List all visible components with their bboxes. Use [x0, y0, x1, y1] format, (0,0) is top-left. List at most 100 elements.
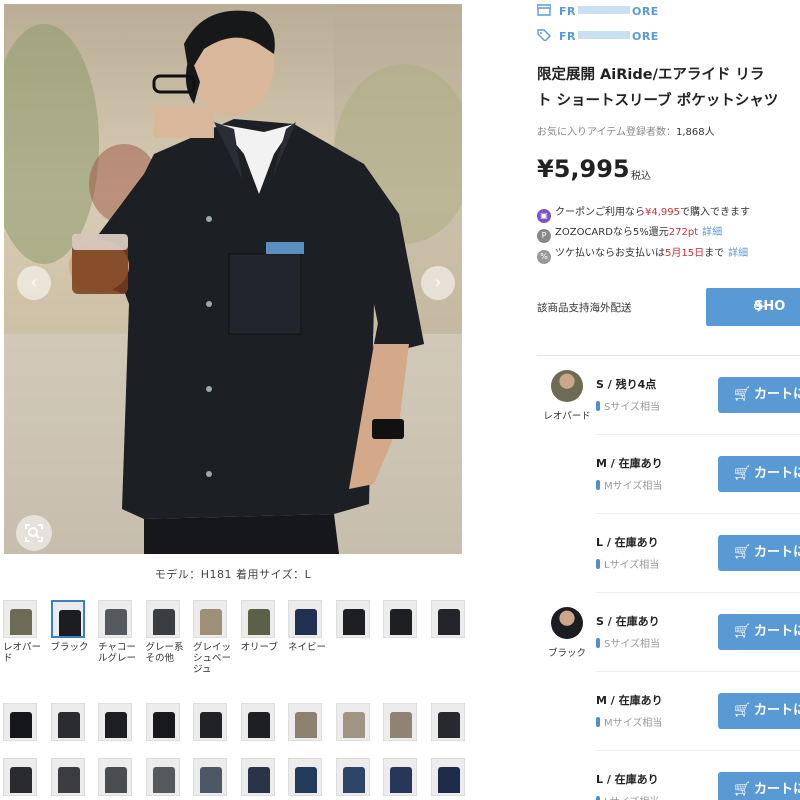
thumbnail-image[interactable]	[383, 758, 417, 796]
thumbnail-image[interactable]	[383, 600, 417, 638]
divider	[537, 355, 800, 356]
add-to-cart-button[interactable]: 🛒 カートに	[718, 456, 800, 492]
color-thumbnail[interactable]	[335, 600, 376, 638]
thumbnail-image[interactable]	[335, 600, 370, 638]
thumbnail-shirt	[57, 767, 80, 793]
previous-image-button[interactable]: ‹	[17, 266, 51, 300]
color-thumbnail[interactable]	[383, 600, 423, 638]
favorites-number: 1,868人	[676, 127, 715, 138]
person-icon	[596, 559, 600, 569]
add-to-cart-button[interactable]: 🛒 カートに	[718, 377, 800, 413]
detail-thumbnail[interactable]	[430, 703, 471, 741]
detail-thumbnail[interactable]	[240, 758, 281, 796]
thumbnail-image[interactable]	[430, 703, 465, 741]
detail-thumbnail[interactable]	[3, 758, 43, 796]
thumbnail-image[interactable]	[145, 600, 180, 638]
promo-detail-link[interactable]: 詳細	[728, 248, 748, 259]
thumbnail-image[interactable]	[98, 703, 132, 741]
color-thumbnail[interactable]: レオパード	[3, 600, 43, 664]
person-icon	[596, 401, 600, 411]
detail-thumbnail[interactable]	[50, 758, 91, 796]
thumbnail-image[interactable]	[335, 703, 370, 741]
thumbnail-image[interactable]	[240, 600, 275, 638]
color-thumbnail[interactable]: グレイッシュベージュ	[193, 600, 233, 675]
overseas-shipping-button[interactable]: ✈ SHO	[706, 288, 800, 326]
promo-highlight: 5月15日	[665, 248, 705, 259]
thumbnail-color-label: ネイビー	[288, 642, 327, 653]
color-thumbnail[interactable]: チャコールグレー	[98, 600, 138, 664]
thumbnail-image[interactable]	[3, 758, 37, 796]
promo-text-suffix: で購入できます	[680, 207, 750, 218]
thumbnail-image[interactable]	[240, 703, 275, 741]
detail-thumbnail[interactable]	[145, 758, 186, 796]
color-thumbnail[interactable]: オリーブ	[240, 600, 281, 653]
detail-thumbnail[interactable]	[335, 703, 376, 741]
add-to-cart-button[interactable]: 🛒 カートに	[718, 614, 800, 650]
detail-thumbnail[interactable]	[3, 703, 43, 741]
store-name-prefix: FR	[559, 30, 576, 43]
thumbnail-image[interactable]	[50, 703, 85, 741]
thumbnail-image[interactable]	[288, 600, 322, 638]
color-thumbnail[interactable]: グレー系その他	[145, 600, 186, 664]
detail-thumbnail[interactable]	[50, 703, 91, 741]
add-to-cart-button[interactable]: 🛒 カートに	[718, 535, 800, 571]
thumbnail-image[interactable]	[240, 758, 275, 796]
promo-line: % ツケ払いならお支払いは5月15日まで 詳細	[537, 244, 748, 264]
color-thumbnail[interactable]: ブラック	[50, 600, 91, 653]
detail-thumbnail[interactable]	[383, 758, 423, 796]
thumbnail-image[interactable]	[50, 600, 85, 638]
detail-thumbnail[interactable]	[430, 758, 471, 796]
thumbnail-image[interactable]	[3, 600, 37, 638]
add-to-cart-button[interactable]: 🛒 カートに	[718, 772, 800, 800]
detail-thumbnail[interactable]	[240, 703, 281, 741]
color-variant-name: ブラック	[547, 648, 586, 659]
detail-thumbnail[interactable]	[98, 703, 138, 741]
thumbnail-shirt	[437, 767, 460, 793]
product-title-line2: ト ショートスリーブ ポケットシャツ	[537, 93, 779, 109]
promo-detail-link[interactable]: 詳細	[702, 227, 722, 238]
thumbnail-image[interactable]	[430, 600, 465, 638]
thumbnail-image[interactable]	[288, 703, 322, 741]
thumbnail-shirt	[105, 712, 127, 738]
thumbnail-image[interactable]	[383, 703, 417, 741]
detail-thumbnail[interactable]	[383, 703, 423, 741]
promo-text: ZOZOCARDなら5%還元	[555, 227, 669, 238]
add-to-cart-button[interactable]: 🛒 カートに	[718, 693, 800, 729]
thumbnail-image[interactable]	[193, 600, 227, 638]
thumbnail-image[interactable]	[145, 758, 180, 796]
redacted-text	[577, 31, 630, 39]
thumbnail-image[interactable]	[288, 758, 322, 796]
detail-thumbnail[interactable]	[288, 758, 328, 796]
thumbnail-image[interactable]	[3, 703, 37, 741]
thumbnail-image[interactable]	[98, 758, 132, 796]
store-link[interactable]: FR ORE	[537, 29, 659, 43]
thumbnail-image[interactable]	[430, 758, 465, 796]
thumbnail-image[interactable]	[335, 758, 370, 796]
thumbnail-shirt	[390, 712, 412, 738]
detail-thumbnail[interactable]	[288, 703, 328, 741]
detail-thumbnail[interactable]	[145, 703, 186, 741]
color-thumbnail[interactable]: ネイビー	[288, 600, 328, 653]
image-search-button[interactable]	[16, 515, 52, 551]
thumbnail-image[interactable]	[50, 758, 85, 796]
add-to-cart-label: カートに	[754, 624, 800, 639]
thumbnail-image[interactable]	[145, 703, 180, 741]
detail-thumbnail[interactable]	[193, 758, 233, 796]
detail-thumbnail[interactable]	[193, 703, 233, 741]
color-avatar	[551, 370, 583, 402]
brand-link[interactable]: FR ORE	[536, 4, 659, 18]
thumbnail-image[interactable]	[193, 758, 227, 796]
detail-thumbnail-row	[0, 703, 470, 747]
thumbnail-image[interactable]	[193, 703, 227, 741]
thumbnail-image[interactable]	[98, 600, 132, 638]
brand-name-prefix: FR	[559, 5, 576, 18]
size-stock-label: M / 在庫あり	[596, 457, 663, 470]
size-stock-label: L / 在庫あり	[596, 536, 659, 549]
main-product-photo[interactable]: ‹ ›	[4, 4, 462, 554]
next-image-button[interactable]: ›	[421, 266, 455, 300]
detail-thumbnail[interactable]	[98, 758, 138, 796]
detail-thumbnail[interactable]	[335, 758, 376, 796]
color-thumbnail[interactable]	[430, 600, 471, 638]
person-icon	[596, 480, 600, 490]
add-to-cart-label: カートに	[754, 782, 800, 797]
